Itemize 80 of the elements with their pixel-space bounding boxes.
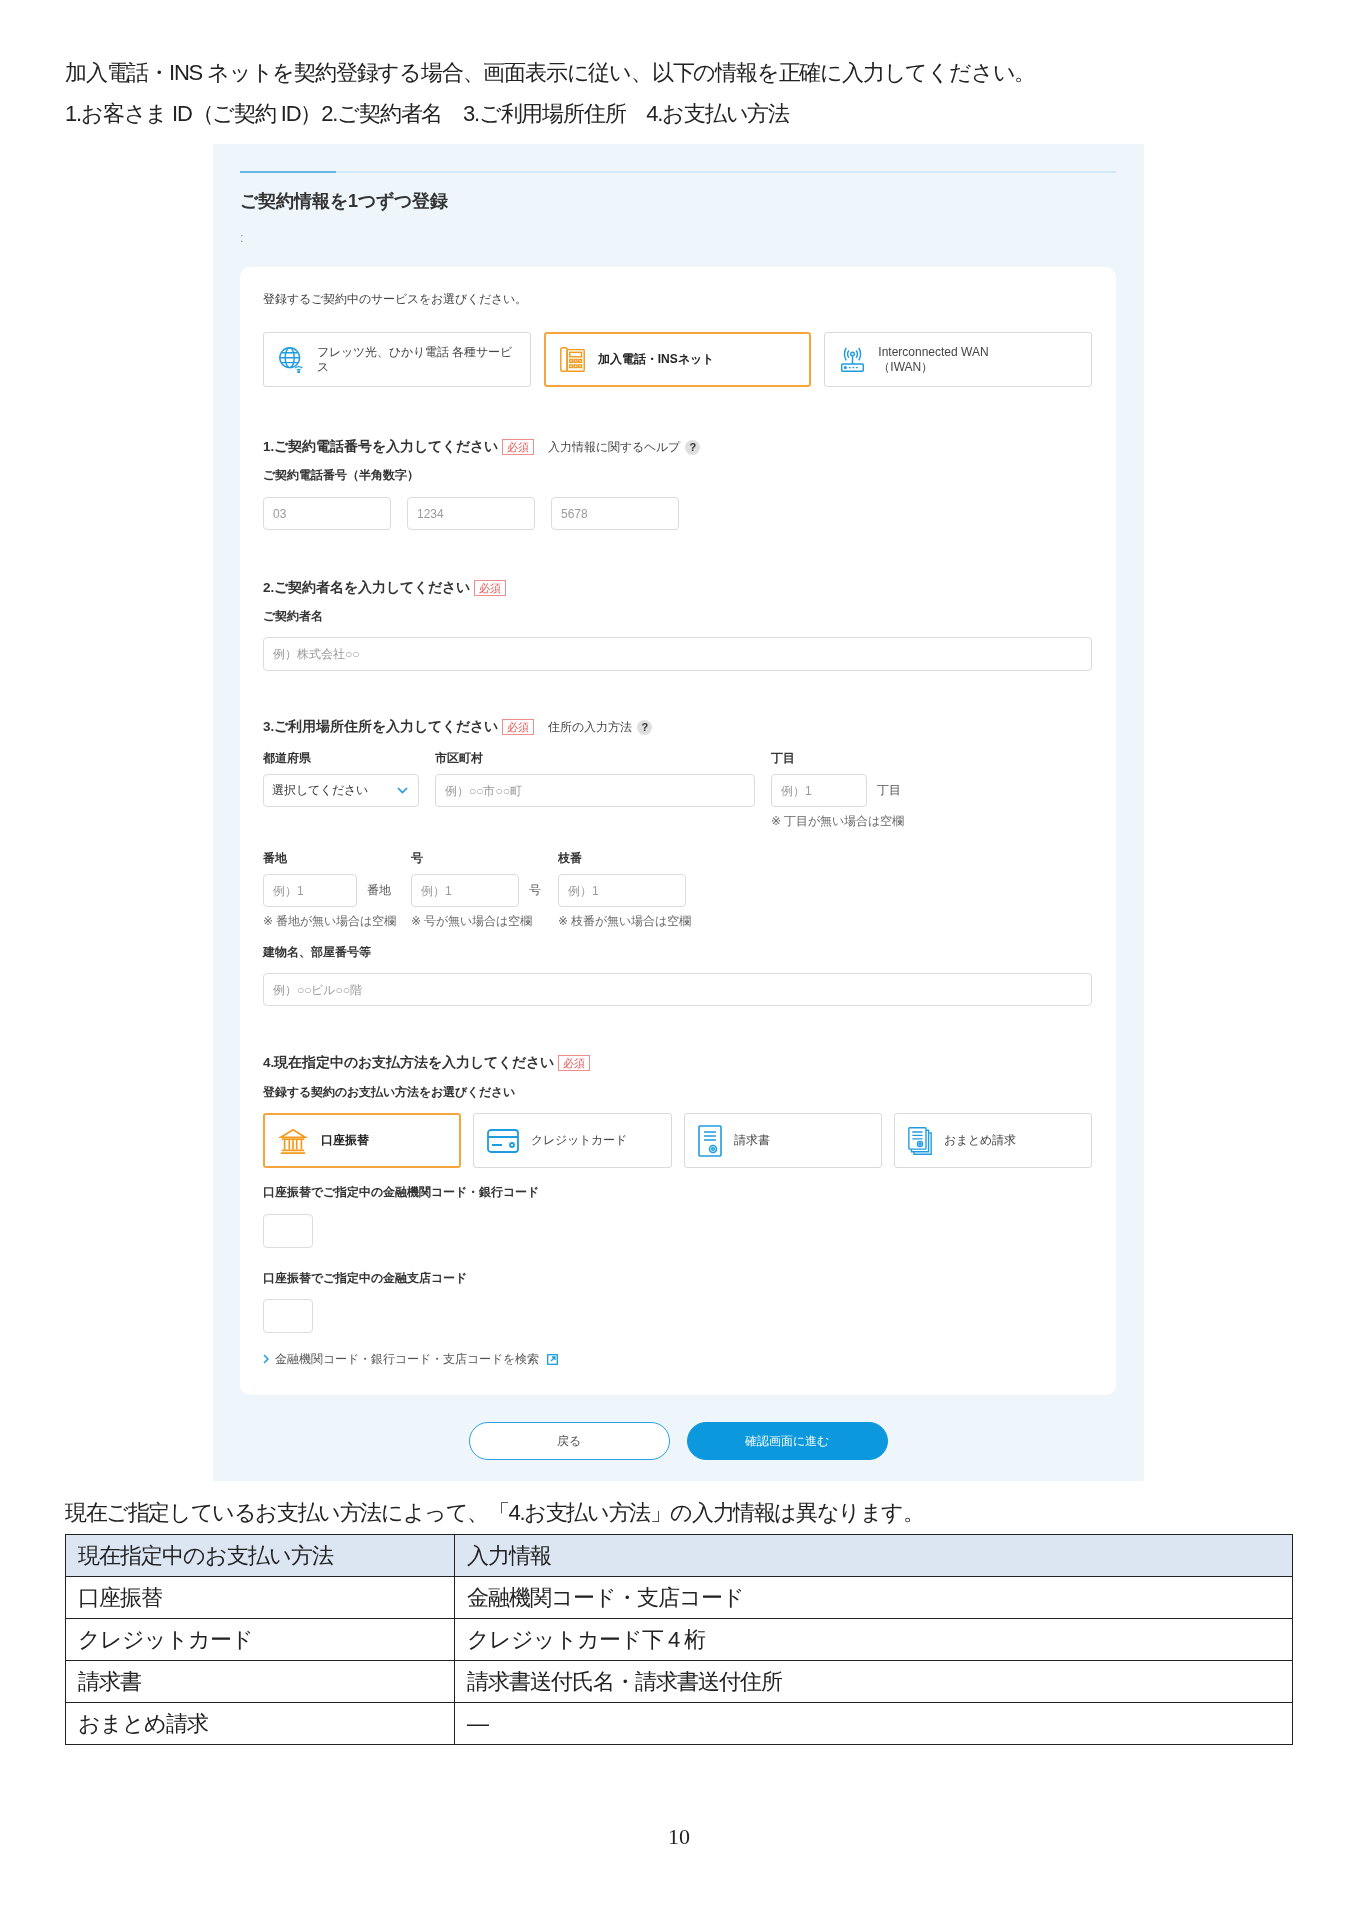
service-option[interactable]: 加入電話・INSネット	[543, 332, 812, 387]
required-tag: 必須	[502, 439, 535, 455]
field-note: ※ 番地が無い場合は空欄	[263, 914, 395, 929]
router-icon	[839, 346, 867, 373]
table-cell: —	[454, 1702, 1293, 1745]
help-link[interactable]: 入力情報に関するヘルプ ?	[548, 439, 701, 455]
field-note: ※ 号が無い場合は空欄	[411, 914, 534, 929]
intro-text: 加入電話・INS ネットを契約登録する場合、画面表示に従い、以下の情報を正確に入力してください。	[65, 59, 1037, 87]
table-cell: 口座振替	[65, 1576, 455, 1619]
globe-wifi-icon	[278, 346, 305, 373]
bank-icon	[277, 1126, 309, 1155]
service-option[interactable]: Interconnected WAN （IWAN）	[824, 332, 1092, 387]
field-label: 口座振替でご指定中の金融支店コード	[263, 1270, 468, 1286]
section-heading: 3.ご利用場所住所を入力してください	[263, 718, 499, 736]
phone-input[interactable]: 03	[263, 497, 391, 530]
service-option[interactable]: フレッツ光、ひかり電話 各種サービス	[263, 332, 531, 387]
intro-text: 1.お客さま ID（ご契約 ID）2.ご契約者名 3.ご利用場所住所 4.お支払い方法	[65, 100, 791, 128]
service-prompt: 登録するご契約中のサービスをお選びください。	[263, 291, 528, 307]
payment-option[interactable]: おまとめ請求	[893, 1113, 1092, 1168]
unit-label: 号	[529, 882, 541, 899]
phone-input[interactable]: 5678	[551, 497, 679, 530]
field-label: 丁目	[771, 750, 796, 766]
page-number: 10	[667, 1824, 691, 1850]
column-header: 入力情報	[454, 1534, 1293, 1577]
field-label: 枝番	[558, 850, 583, 866]
breadcrumb-text: :	[240, 230, 245, 246]
code-input[interactable]	[263, 1299, 313, 1333]
field-note: ※ 丁目が無い場合は空欄	[771, 814, 905, 829]
credit-card-icon	[487, 1126, 520, 1155]
chevron-down-icon	[397, 787, 408, 794]
field-label: 都道府県	[263, 750, 312, 766]
table-cell: おまとめ請求	[65, 1702, 455, 1745]
field-label: 建物名、部屋番号等	[263, 944, 372, 960]
field-label: 登録する契約のお支払い方法をお選びください	[263, 1084, 516, 1100]
section-heading: 1.ご契約電話番号を入力してください	[263, 438, 499, 456]
back-button[interactable]: 戻る	[468, 1422, 670, 1460]
address-input[interactable]: 例）1	[558, 874, 686, 907]
caption-text: 現在ご指定しているお支払い方法によって、「4.お支払い方法」の入力情報は異なります。	[65, 1499, 925, 1527]
table-cell: 金融機関コード・支店コード	[454, 1576, 1293, 1619]
payment-option[interactable]: 請求書	[683, 1113, 882, 1168]
unit-label: 丁目	[877, 782, 901, 799]
document-icon	[697, 1124, 722, 1157]
field-label: ご契約電話番号（半角数字）	[263, 467, 420, 483]
payment-option[interactable]: 口座振替	[263, 1113, 462, 1168]
required-tag: 必須	[558, 1055, 591, 1071]
building-input[interactable]: 例）○○ビル○○階	[263, 973, 1092, 1006]
address-input[interactable]: 例）○○市○○町	[435, 774, 755, 807]
desk-phone-icon	[558, 346, 586, 373]
field-label: 号	[411, 850, 424, 866]
code-input[interactable]	[263, 1214, 313, 1248]
table-cell: 請求書送付氏名・請求書送付住所	[454, 1660, 1293, 1703]
address-input[interactable]: 例）1	[771, 774, 867, 807]
help-link[interactable]: 住所の入力方法 ?	[548, 719, 653, 735]
phone-input[interactable]: 1234	[407, 497, 535, 530]
external-link-icon	[547, 1353, 558, 1365]
documents-stack-icon	[907, 1124, 932, 1157]
table-cell: 請求書	[65, 1660, 455, 1703]
question-mark: ?	[685, 439, 701, 455]
section-heading: 4.現在指定中のお支払方法を入力してください	[263, 1054, 555, 1072]
field-note: ※ 枝番が無い場合は空欄	[558, 914, 693, 929]
unit-label: 番地	[367, 882, 391, 899]
field-label: 番地	[263, 850, 288, 866]
prefecture-select[interactable]: 選択してください	[263, 774, 419, 807]
section-heading: 2.ご契約者名を入力してください	[263, 579, 471, 597]
table-cell: クレジットカード下 4 桁	[454, 1618, 1293, 1661]
field-label: 口座振替でご指定中の金融機関コード・銀行コード	[263, 1184, 540, 1200]
field-label: 市区町村	[435, 750, 484, 766]
address-input[interactable]: 例）1	[411, 874, 519, 907]
column-header: 現在指定中のお支払い方法	[65, 1534, 455, 1577]
required-tag: 必須	[502, 719, 535, 735]
address-input[interactable]: 例）1	[263, 874, 357, 907]
required-tag: 必須	[474, 580, 507, 596]
code-search-link[interactable]: 金融機関コード・銀行コード・支店コードを検索	[263, 1351, 558, 1367]
chevron-right-icon	[263, 1354, 269, 1364]
name-input[interactable]: 例）株式会社○○	[263, 637, 1092, 671]
page-title: ご契約情報を1つずつ登録	[240, 190, 449, 213]
payment-option[interactable]: クレジットカード	[473, 1113, 672, 1168]
table-cell: クレジットカード	[65, 1618, 455, 1661]
field-label: ご契約者名	[263, 608, 324, 624]
question-mark: ?	[637, 719, 653, 735]
